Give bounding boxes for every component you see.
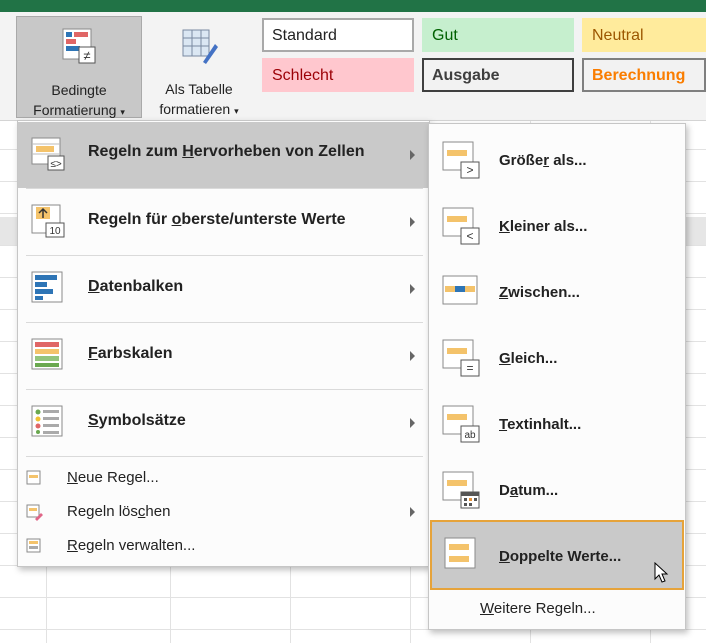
menu-label: Regeln für oberste/unterste Werte <box>88 211 346 228</box>
svg-text:10: 10 <box>49 226 61 237</box>
submenu-item-date[interactable]: Datum... <box>429 458 685 524</box>
svg-text:>: > <box>466 163 473 177</box>
svg-text:≤>: ≤> <box>50 159 61 170</box>
menu-label: Datum... <box>499 482 559 499</box>
submenu-arrow-icon <box>410 351 415 361</box>
icon-sets-icon <box>31 405 63 437</box>
text-contains-icon: ab <box>442 405 480 443</box>
highlight-cells-icon: ≤> <box>31 137 65 171</box>
less-than-icon: < <box>442 207 480 245</box>
menu-label: Größer als... <box>499 152 587 169</box>
cell-style-6[interactable]: Berechnung <box>582 58 706 92</box>
cell-style-5[interactable]: Ausgabe <box>422 58 574 92</box>
conditional-label-2: Formatierung ▾ <box>33 102 125 118</box>
color-scales-icon <box>31 338 63 370</box>
format-as-table-button[interactable]: Als Tabelle formatieren ▾ <box>144 16 254 118</box>
menu-label: Regeln verwalten... <box>67 537 196 554</box>
submenu-item-greater-than[interactable]: > Größer als... <box>429 128 685 194</box>
svg-text:≠: ≠ <box>83 48 90 63</box>
submenu-item-less-than[interactable]: < Kleiner als... <box>429 194 685 260</box>
menu-label: Zwischen... <box>499 284 580 301</box>
cell-style-1[interactable]: Standard <box>262 18 414 52</box>
highlight-rules-submenu: > Größer als... < Kleiner als... Zwische… <box>428 123 686 630</box>
submenu-arrow-icon <box>410 284 415 294</box>
submenu-arrow-icon <box>410 150 415 160</box>
table-label-2: formatieren ▾ <box>159 101 239 117</box>
menu-item-clear-rules[interactable]: Regeln löschen <box>18 495 429 529</box>
title-bar <box>0 0 706 12</box>
menu-label: Doppelte Werte... <box>499 548 622 565</box>
menu-label: Gleich... <box>499 350 558 367</box>
menu-item-highlight-cell-rules[interactable]: ≤> Regeln zum Hervorheben von Zellen <box>18 122 429 188</box>
menu-label: Regeln zum Hervorheben von Zellen <box>88 143 365 160</box>
data-bars-icon <box>31 271 63 303</box>
conditional-formatting-menu: ≤> Regeln zum Hervorheben von Zellen 10 … <box>17 120 430 567</box>
menu-label: Symbolsätze <box>88 412 186 429</box>
menu-label: Datenbalken <box>88 278 184 295</box>
mouse-cursor-icon <box>654 562 669 583</box>
menu-item-manage-rules[interactable]: Regeln verwalten... <box>18 529 429 563</box>
new-rule-icon <box>26 470 41 485</box>
submenu-arrow-icon <box>410 418 415 428</box>
menu-label: Weitere Regeln... <box>480 600 596 617</box>
svg-text:<: < <box>466 229 473 243</box>
menu-item-color-scales[interactable]: Farbskalen <box>18 323 429 389</box>
conditional-label-1: Bedingte <box>51 82 107 98</box>
submenu-item-text-contains[interactable]: ab Textinhalt... <box>429 392 685 458</box>
menu-item-top-bottom-rules[interactable]: 10 Regeln für oberste/unterste Werte <box>18 189 429 255</box>
equal-to-icon: = <box>442 339 480 377</box>
menu-label: Neue Regel... <box>67 469 159 486</box>
submenu-item-between[interactable]: Zwischen... <box>429 260 685 326</box>
submenu-arrow-icon <box>410 217 415 227</box>
submenu-arrow-icon <box>410 507 415 517</box>
svg-text:ab: ab <box>464 430 476 441</box>
menu-label: Farbskalen <box>88 345 173 362</box>
eraser-icon <box>26 504 43 521</box>
top-bottom-icon: 10 <box>31 204 65 238</box>
svg-text:=: = <box>466 361 473 375</box>
calendar-icon <box>442 471 480 509</box>
menu-label: Regeln löschen <box>67 503 171 520</box>
submenu-item-equal-to[interactable]: = Gleich... <box>429 326 685 392</box>
between-icon <box>442 275 478 305</box>
menu-item-new-rule[interactable]: Neue Regel... <box>18 461 429 495</box>
cell-style-3[interactable]: Neutral <box>582 18 706 52</box>
cell-style-4[interactable]: Schlecht <box>262 58 414 92</box>
menu-item-data-bars[interactable]: Datenbalken <box>18 256 429 322</box>
cell-style-2[interactable]: Gut <box>422 18 574 52</box>
table-format-icon <box>182 29 218 64</box>
submenu-item-duplicate-values[interactable]: Doppelte Werte... <box>430 520 684 590</box>
conditional-formatting-icon: ≠ <box>62 28 96 64</box>
duplicate-values-icon <box>444 537 476 569</box>
ribbon: ≠ Bedingte Formatierung ▾ Als Tabelle fo… <box>0 12 706 121</box>
submenu-item-more-rules[interactable]: Weitere Regeln... <box>429 592 685 626</box>
menu-item-icon-sets[interactable]: Symbolsätze <box>18 390 429 456</box>
table-label-1: Als Tabelle <box>165 81 233 97</box>
separator <box>26 456 423 457</box>
greater-than-icon: > <box>442 141 480 179</box>
conditional-formatting-button[interactable]: ≠ Bedingte Formatierung ▾ <box>16 16 142 118</box>
menu-label: Textinhalt... <box>499 416 582 433</box>
manage-rules-icon <box>26 538 41 553</box>
menu-label: Kleiner als... <box>499 218 588 235</box>
